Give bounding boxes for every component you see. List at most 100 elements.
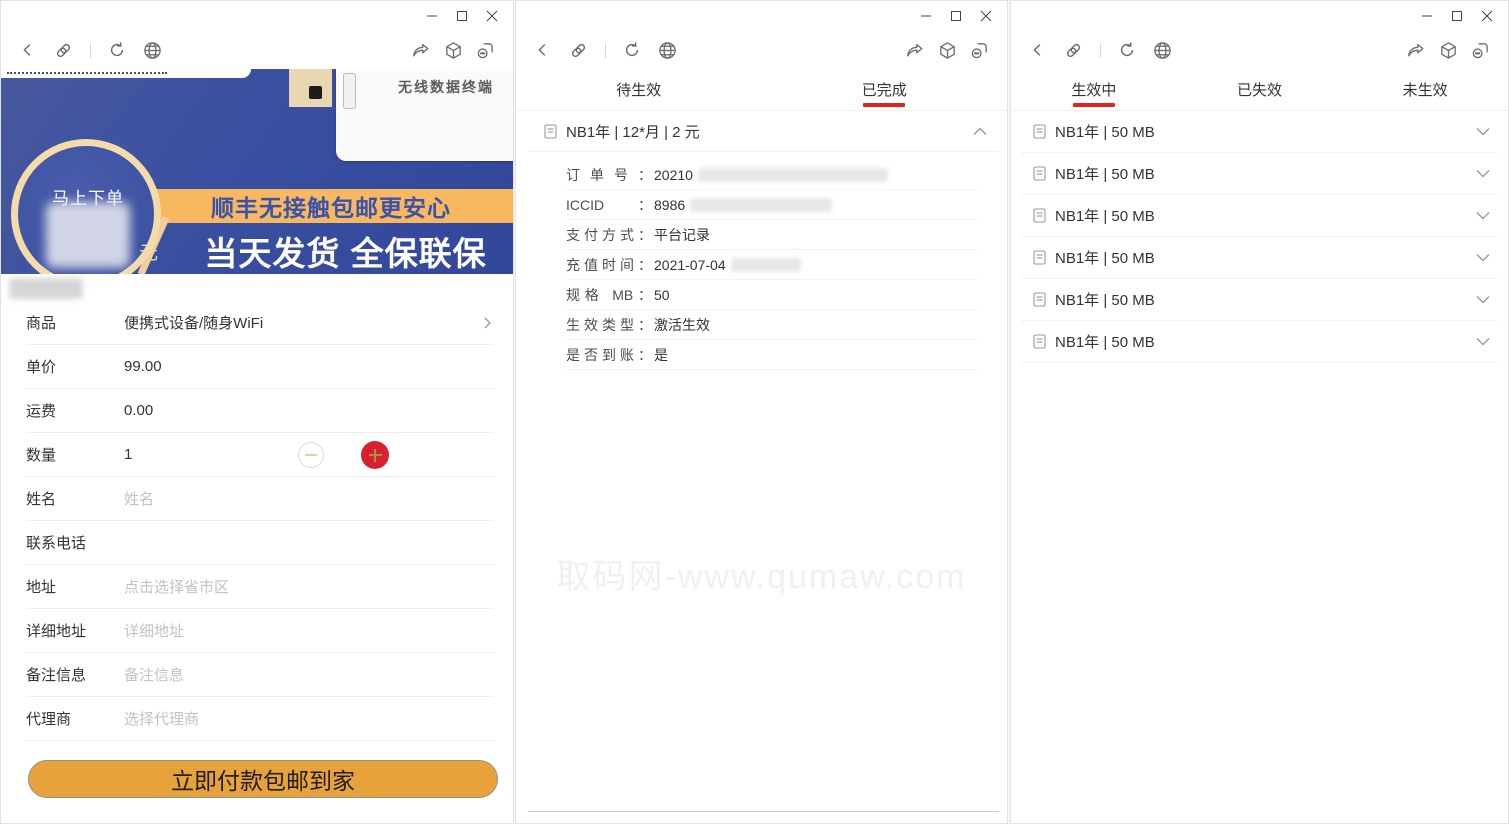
- tab-pending[interactable]: 待生效: [516, 69, 762, 110]
- redacted-order-number: [697, 167, 888, 182]
- detail-recharge-time: 充值时间： 2021-07-04: [566, 250, 977, 280]
- redacted-product-title: [9, 278, 83, 299]
- toolbar: [1, 31, 513, 69]
- back-icon[interactable]: [534, 41, 552, 59]
- field-product[interactable]: 商品 便携式设备/随身WiFi: [26, 301, 494, 345]
- chevron-down-icon[interactable]: [1476, 169, 1490, 178]
- package-row[interactable]: NB1年 | 50 MB: [1021, 153, 1498, 195]
- field-address-detail[interactable]: 详细地址 详细地址: [26, 609, 494, 653]
- document-icon: [544, 123, 557, 139]
- close-button[interactable]: [1472, 4, 1502, 28]
- float-window-icon[interactable]: [970, 41, 989, 60]
- document-icon: [1033, 292, 1046, 307]
- cube-icon[interactable]: [444, 41, 463, 60]
- detail-activation-type: 生效类型： 激活生效: [566, 310, 977, 340]
- cube-icon[interactable]: [1439, 41, 1458, 60]
- banner-price-circle: 马上下单 元: [11, 139, 161, 274]
- maximize-button[interactable]: [941, 4, 971, 28]
- chevron-up-icon[interactable]: [973, 127, 987, 136]
- share-icon[interactable]: [411, 41, 431, 59]
- titlebar: [1, 1, 513, 31]
- toolbar: [1011, 31, 1508, 69]
- name-input[interactable]: 姓名: [124, 488, 154, 509]
- field-remarks[interactable]: 备注信息 备注信息: [26, 653, 494, 697]
- chevron-down-icon[interactable]: [1476, 127, 1490, 136]
- link-icon[interactable]: [569, 41, 588, 60]
- titlebar: [516, 1, 1007, 31]
- link-icon[interactable]: [54, 41, 73, 60]
- remarks-input[interactable]: 备注信息: [124, 664, 184, 685]
- watermark: 取码网-www.qumaw.com: [556, 558, 967, 596]
- order-item-title: NB1年 | 12*月 | 2 元: [566, 123, 700, 141]
- close-button[interactable]: [971, 4, 1001, 28]
- agent-select[interactable]: 选择代理商: [124, 708, 199, 729]
- minimize-button[interactable]: [417, 4, 447, 28]
- chevron-right-icon[interactable]: [480, 316, 494, 330]
- toolbar-separator: [605, 42, 606, 58]
- banner-headline: 当天发货 全保联保: [204, 235, 487, 272]
- document-icon: [1033, 124, 1046, 139]
- window-completed-orders: 待生效 已完成 NB1年 | 12*月 | 2 元 订单号： 20210 ICC…: [515, 0, 1008, 824]
- quantity-value: 1: [124, 446, 133, 463]
- detail-credited: 是否到账： 是: [566, 340, 977, 370]
- globe-icon[interactable]: [658, 41, 677, 60]
- chevron-down-icon[interactable]: [1476, 211, 1490, 220]
- quantity-increase-button[interactable]: [361, 441, 389, 469]
- order-item-header[interactable]: NB1年 | 12*月 | 2 元: [516, 111, 1007, 151]
- field-name[interactable]: 姓名 姓名: [26, 477, 494, 521]
- tab-not-active[interactable]: 未生效: [1342, 69, 1508, 110]
- share-icon[interactable]: [1406, 41, 1426, 59]
- package-row[interactable]: NB1年 | 50 MB: [1021, 237, 1498, 279]
- globe-icon[interactable]: [1153, 41, 1172, 60]
- tab-underline: [863, 103, 906, 107]
- tab-completed[interactable]: 已完成: [762, 69, 1008, 110]
- globe-icon[interactable]: [143, 41, 162, 60]
- package-row[interactable]: NB1年 | 50 MB: [1021, 279, 1498, 321]
- document-icon: [1033, 334, 1046, 349]
- field-agent[interactable]: 代理商 选择代理商: [26, 697, 494, 741]
- maximize-button[interactable]: [447, 4, 477, 28]
- field-address[interactable]: 地址 点击选择省市区: [26, 565, 494, 609]
- address-detail-input[interactable]: 详细地址: [124, 620, 184, 641]
- unit-price-value: 99.00: [124, 358, 162, 375]
- refresh-icon[interactable]: [623, 41, 641, 59]
- close-button[interactable]: [477, 4, 507, 28]
- promo-banner: 无线数据终端 顺丰无接触包邮更安心 当天发货 全保联保 马上下单 元: [1, 69, 513, 274]
- toolbar-separator: [1100, 42, 1101, 58]
- field-phone[interactable]: 联系电话: [26, 521, 494, 565]
- redacted-price: [46, 202, 130, 268]
- window-order-form: 无线数据终端 顺丰无接触包邮更安心 当天发货 全保联保 马上下单 元 商品 便携…: [0, 0, 514, 824]
- package-row[interactable]: NB1年 | 50 MB: [1021, 321, 1498, 363]
- refresh-icon[interactable]: [1118, 41, 1136, 59]
- redacted-time: [730, 257, 801, 272]
- package-row[interactable]: NB1年 | 50 MB: [1021, 111, 1498, 153]
- share-icon[interactable]: [905, 41, 925, 59]
- minimize-button[interactable]: [1412, 4, 1442, 28]
- back-icon[interactable]: [19, 41, 37, 59]
- tab-active[interactable]: 生效中: [1011, 69, 1177, 110]
- back-icon[interactable]: [1029, 41, 1047, 59]
- field-unit-price: 单价 99.00: [26, 345, 494, 389]
- titlebar: [1011, 1, 1508, 31]
- chevron-down-icon[interactable]: [1476, 337, 1490, 346]
- package-list: NB1年 | 50 MB NB1年 | 50 MB NB1年 | 50 MB N…: [1011, 111, 1508, 363]
- refresh-icon[interactable]: [108, 41, 126, 59]
- chevron-down-icon[interactable]: [1476, 253, 1490, 262]
- cube-icon[interactable]: [938, 41, 957, 60]
- float-window-icon[interactable]: [1471, 41, 1490, 60]
- minimize-button[interactable]: [911, 4, 941, 28]
- product-value: 便携式设备/随身WiFi: [124, 315, 264, 332]
- chevron-down-icon[interactable]: [1476, 295, 1490, 304]
- field-quantity: 数量 1: [26, 433, 494, 477]
- package-row[interactable]: NB1年 | 50 MB: [1021, 195, 1498, 237]
- maximize-button[interactable]: [1442, 4, 1472, 28]
- banner-product-card: 无线数据终端: [336, 69, 513, 161]
- field-shipping-fee: 运费 0.00: [26, 389, 494, 433]
- float-window-icon[interactable]: [476, 41, 495, 60]
- tab-expired[interactable]: 已失效: [1177, 69, 1343, 110]
- address-select[interactable]: 点击选择省市区: [124, 576, 229, 597]
- quantity-decrease-button[interactable]: [298, 442, 324, 468]
- device-image: [343, 73, 356, 109]
- link-icon[interactable]: [1064, 41, 1083, 60]
- pay-now-button[interactable]: 立即付款包邮到家: [28, 760, 498, 798]
